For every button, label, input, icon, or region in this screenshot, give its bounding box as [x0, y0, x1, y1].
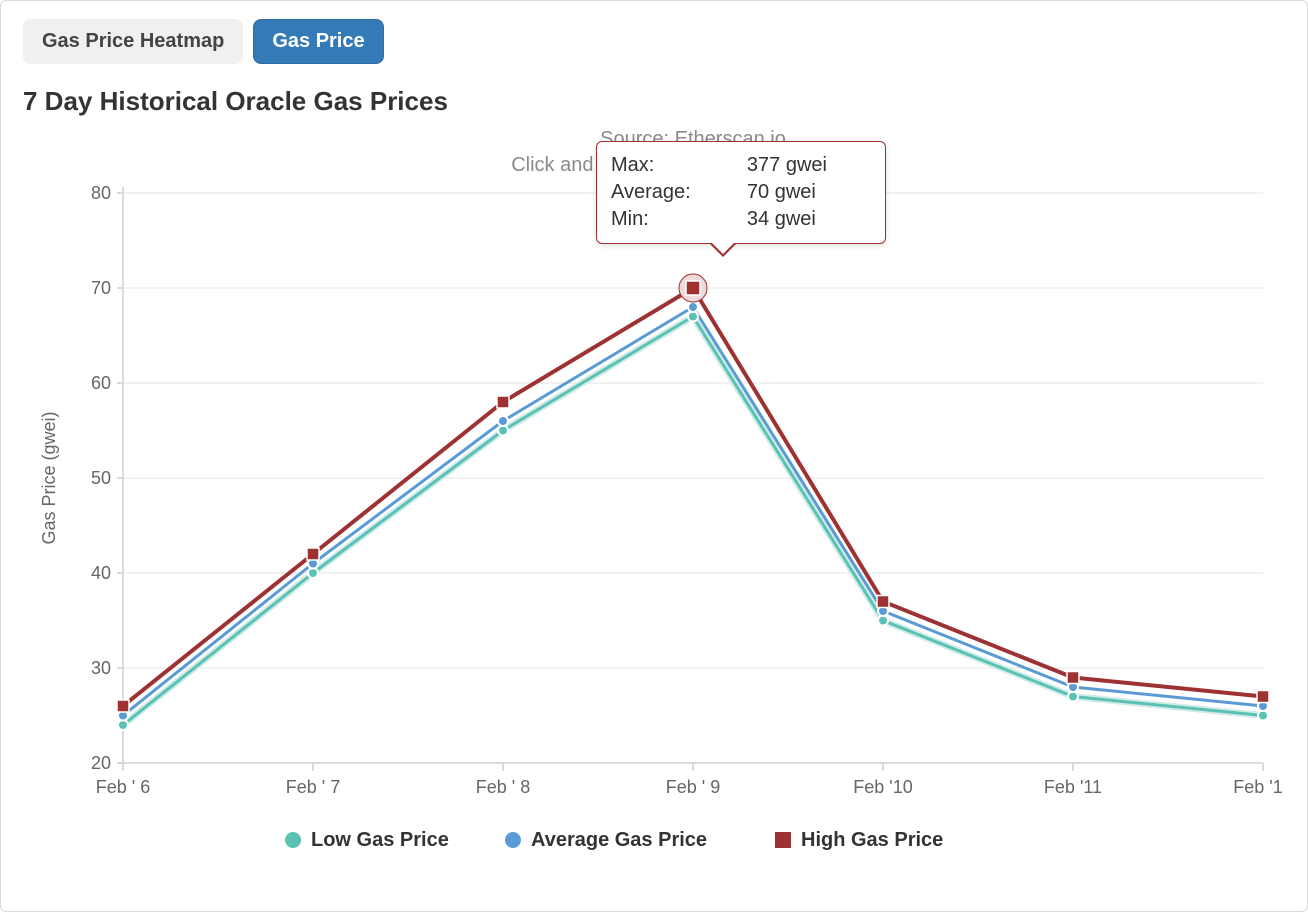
pt-high-marker[interactable] — [117, 700, 129, 712]
x-tick-label: Feb '12 — [1233, 777, 1283, 797]
x-tick-label: Feb '11 — [1044, 777, 1102, 797]
y-tick-label: 60 — [91, 373, 111, 393]
pt-high-marker[interactable] — [307, 548, 319, 560]
pt-high-marker[interactable] — [877, 596, 889, 608]
legend-item-average[interactable]: Average Gas Price — [531, 829, 707, 851]
pt-avg-marker[interactable] — [688, 302, 698, 312]
pt-avg-marker[interactable] — [498, 416, 508, 426]
pt-high-marker[interactable] — [1257, 691, 1269, 703]
x-tick-label: Feb '10 — [853, 777, 912, 797]
y-tick-label: 80 — [91, 183, 111, 203]
tooltip: Max: 377 gwei Average: 70 gwei Min: 34 g… — [596, 141, 886, 244]
x-tick-label: Feb ' 6 — [96, 777, 150, 797]
tooltip-val-min: 34 gwei — [747, 206, 871, 233]
series-high[interactable] — [123, 288, 1263, 706]
y-tick-label: 50 — [91, 468, 111, 488]
y-axis-label: Gas Price (gwei) — [39, 411, 59, 544]
legend: Low Gas Price Average Gas Price High Gas P… — [285, 829, 943, 851]
tooltip-val-max: 377 gwei — [747, 152, 871, 179]
chart-card: Gas Price Heatmap Gas Price 7 Day Histor… — [0, 0, 1308, 912]
tooltip-key-avg: Average: — [611, 179, 747, 206]
series-average[interactable] — [123, 307, 1263, 716]
legend-item-low[interactable]: Low Gas Price — [311, 829, 449, 851]
tooltip-key-max: Max: — [611, 152, 747, 179]
tab-heatmap[interactable]: Gas Price Heatmap — [23, 19, 243, 64]
series-low-halo — [123, 317, 1263, 726]
tooltip-val-avg: 70 gwei — [747, 179, 871, 206]
tab-gas-price[interactable]: Gas Price — [253, 19, 383, 64]
x-tick-label: Feb ' 8 — [476, 777, 530, 797]
x-tick-label: Feb ' 7 — [286, 777, 340, 797]
tooltip-key-min: Min: — [611, 206, 747, 233]
tab-bar: Gas Price Heatmap Gas Price — [23, 19, 1285, 64]
pt-high-marker[interactable] — [1067, 672, 1079, 684]
highlight-marker[interactable] — [686, 281, 700, 295]
y-tick-label: 20 — [91, 753, 111, 773]
x-tick-label: Feb ' 9 — [666, 777, 720, 797]
y-tick-label: 30 — [91, 658, 111, 678]
y-tick-label: 40 — [91, 563, 111, 583]
plot-area[interactable]: Source: Etherscan.ioClick and drag in th… — [23, 123, 1285, 868]
chart-title: 7 Day Historical Oracle Gas Prices — [23, 86, 1285, 117]
legend-item-high[interactable]: High Gas Price — [801, 829, 943, 851]
series-low[interactable] — [123, 317, 1263, 726]
pt-high-marker[interactable] — [497, 396, 509, 408]
y-tick-label: 70 — [91, 278, 111, 298]
